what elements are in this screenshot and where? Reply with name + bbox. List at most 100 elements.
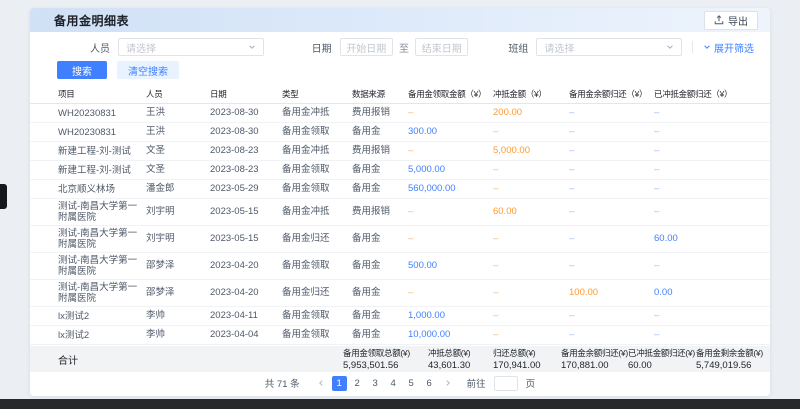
cell-recv: 560,000.00	[408, 180, 493, 198]
cell-offset: –	[493, 180, 569, 198]
report-card: 备用金明细表 导出 人员 请选择 日期 开始日期 至 结束日期 班组 请选择	[30, 8, 770, 396]
cell-type: 备用金冲抵	[282, 203, 352, 221]
table-row[interactable]: WH20230831王洪2023-08-30备用金冲抵费用报销–200.00––	[30, 104, 770, 123]
date-filter-label: 日期	[312, 40, 332, 55]
cell-offset: 5,000.00	[493, 142, 569, 160]
chevron-down-icon	[666, 43, 674, 51]
cell-offret: –	[654, 180, 750, 198]
summary-item: 备用金剩余金额(¥)5,749,019.56	[696, 347, 763, 371]
cell-offret: 0.00	[654, 284, 750, 302]
search-button[interactable]: 搜索	[57, 61, 107, 79]
table-row[interactable]: 新建工程-刘-测试文圣2023-08-23备用金冲抵费用报销–5,000.00–…	[30, 142, 770, 161]
cell-offset: 200.00	[493, 104, 569, 122]
cell-recv: 300.00	[408, 123, 493, 141]
next-page-button[interactable]	[441, 376, 455, 391]
cell-offret: –	[654, 326, 750, 344]
team-select[interactable]: 请选择	[536, 38, 682, 56]
clear-search-button[interactable]: 清空搜索	[117, 61, 179, 79]
date-start-placeholder: 开始日期	[346, 40, 386, 55]
cell-offret: –	[654, 307, 750, 325]
cell-type: 备用金冲抵	[282, 104, 352, 122]
page-button[interactable]: 6	[422, 376, 437, 391]
team-select-placeholder: 请选择	[544, 40, 574, 55]
cell-type: 备用金领取	[282, 326, 352, 344]
cell-date: 2023-05-15	[210, 203, 282, 221]
cell-person: 文圣	[146, 142, 210, 160]
chevron-down-icon	[248, 43, 256, 51]
side-drawer-handle[interactable]	[0, 184, 7, 209]
table-row[interactable]: lx测试2李帅2023-04-11备用金领取备用金1,000.00–––	[30, 307, 770, 326]
page-title: 备用金明细表	[54, 12, 129, 29]
cell-date: 2023-04-20	[210, 284, 282, 302]
cell-source: 备用金	[352, 180, 408, 198]
table-row[interactable]: 新建工程-刘-测试文圣2023-08-23备用金领取备用金5,000.00–––	[30, 161, 770, 180]
cell-type: 备用金归还	[282, 284, 352, 302]
cell-offset: –	[493, 230, 569, 248]
table-row[interactable]: WH20230831王洪2023-08-30备用金领取备用金300.00–––	[30, 123, 770, 142]
cell-date: 2023-04-11	[210, 307, 282, 325]
table-row[interactable]: 测试-南昌大学第一附属医院邵梦泽2023-04-20备用金领取备用金500.00…	[30, 253, 770, 280]
chevron-down-icon	[703, 43, 711, 51]
page-button[interactable]: 5	[404, 376, 419, 391]
cell-recv: –	[408, 142, 493, 160]
column-header: 人员	[146, 88, 210, 100]
export-icon	[714, 15, 724, 25]
column-header: 数据来源	[352, 88, 408, 100]
cell-offset: –	[493, 307, 569, 325]
cell-date: 2023-05-29	[210, 180, 282, 198]
column-header: 备用金余额归还（¥）	[569, 88, 654, 100]
person-filter-label: 人员	[90, 40, 110, 55]
cell-type: 备用金领取	[282, 180, 352, 198]
pagination: 共 71 条 123456 前往 页	[30, 372, 770, 396]
table-row[interactable]: lx测试2李帅2023-04-04备用金领取备用金10,000.00–––	[30, 326, 770, 345]
expand-filters-button[interactable]: 展开筛选	[703, 40, 754, 55]
person-select[interactable]: 请选择	[118, 38, 264, 56]
cell-recv: –	[408, 284, 493, 302]
date-start-input[interactable]: 开始日期	[340, 38, 393, 56]
cell-type: 备用金领取	[282, 257, 352, 275]
cell-project: 测试-南昌大学第一附属医院	[58, 199, 146, 225]
cell-offset: –	[493, 257, 569, 275]
cell-recv: 1,000.00	[408, 307, 493, 325]
cell-project: lx测试2	[58, 309, 146, 324]
filter-divider	[692, 41, 693, 53]
table-body: WH20230831王洪2023-08-30备用金冲抵费用报销–200.00––…	[30, 104, 770, 346]
table-row[interactable]: 北京顺义林场潘金郎2023-05-29备用金领取备用金560,000.00–––	[30, 180, 770, 199]
summary-item: 备用金余额归还(¥)170,881.00	[561, 347, 628, 371]
cell-recv: 5,000.00	[408, 161, 493, 179]
cell-balret: –	[569, 230, 654, 248]
page-button[interactable]: 3	[368, 376, 383, 391]
goto-page-input[interactable]	[494, 376, 518, 391]
cell-project: 测试-南昌大学第一附属医院	[58, 253, 146, 279]
column-header: 备用金领取金额（¥）	[408, 88, 493, 100]
prev-page-button[interactable]	[314, 376, 328, 391]
date-end-input[interactable]: 结束日期	[415, 38, 468, 56]
page-button[interactable]: 4	[386, 376, 401, 391]
pager-pages: 123456	[332, 376, 437, 391]
summary-item: 备用金领取总额(¥)5,953,501.56	[343, 347, 428, 371]
cell-person: 李帅	[146, 307, 210, 325]
cell-offset: –	[493, 284, 569, 302]
table-row[interactable]: 测试-南昌大学第一附属医院刘宇明2023-05-15备用金归还备用金–––60.…	[30, 226, 770, 253]
goto-suffix-label: 页	[526, 376, 536, 390]
page-button[interactable]: 2	[350, 376, 365, 391]
table-row[interactable]: 测试-南昌大学第一附属医院刘宇明2023-05-15备用金冲抵费用报销–60.0…	[30, 199, 770, 226]
column-header: 已冲抵金额归还（¥）	[654, 88, 750, 100]
cell-source: 备用金	[352, 123, 408, 141]
chevron-right-icon	[444, 379, 452, 387]
summary-label: 合计	[58, 352, 80, 367]
page-button[interactable]: 1	[332, 376, 347, 391]
action-bar: 搜索 清空搜索	[57, 61, 746, 79]
cell-project: 测试-南昌大学第一附属医院	[58, 226, 146, 252]
cell-date: 2023-04-04	[210, 326, 282, 344]
cell-offret: –	[654, 142, 750, 160]
cell-offset: –	[493, 161, 569, 179]
export-button[interactable]: 导出	[704, 11, 758, 30]
cell-balret: –	[569, 104, 654, 122]
cell-person: 文圣	[146, 161, 210, 179]
bottom-bar	[0, 399, 800, 409]
title-bar: 备用金明细表 导出	[30, 8, 770, 32]
cell-recv: 500.00	[408, 257, 493, 275]
table-row[interactable]: 测试-南昌大学第一附属医院邵梦泽2023-04-20备用金归还备用金––100.…	[30, 280, 770, 307]
date-range-separator: 至	[399, 40, 409, 55]
